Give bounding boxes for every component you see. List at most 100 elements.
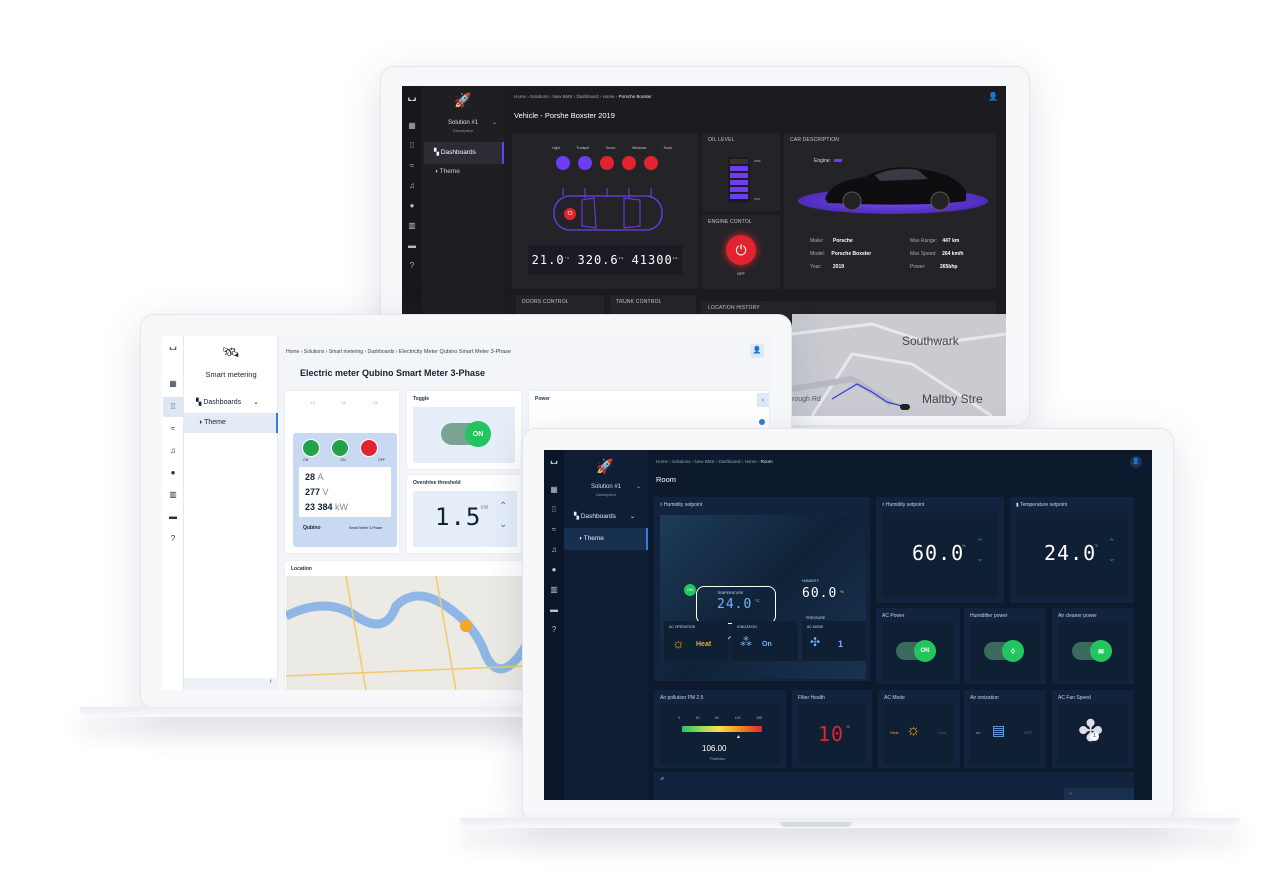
bell-icon[interactable]: ♫ — [168, 446, 178, 456]
crumb-current: Electricity Meter Qubino Smart Meter 3-P… — [398, 349, 512, 355]
logo-icon: ⌞⌟ — [407, 92, 417, 102]
light-button[interactable] — [556, 156, 570, 170]
l3-switch[interactable] — [360, 439, 378, 457]
doors-lock-icon[interactable] — [600, 156, 614, 170]
filter-card: Filter Health 10 % — [792, 690, 872, 768]
ac-mode-tile[interactable]: AC MODE ✣ 1 — [802, 621, 866, 661]
help-icon[interactable]: ? — [549, 625, 559, 635]
crumb-home-2[interactable]: Home — [745, 459, 757, 464]
crumb-dashboards[interactable]: Dashboards — [367, 349, 394, 355]
air-wave-icon[interactable]: ≋ — [1090, 640, 1112, 662]
crumb-dashboard[interactable]: Dashboard — [719, 459, 741, 464]
user-icon[interactable]: ● — [407, 201, 417, 211]
power-icon[interactable]: ⏻ — [564, 208, 576, 220]
london-map[interactable] — [286, 576, 526, 690]
help-icon[interactable]: ? — [407, 261, 417, 271]
grid-icon[interactable]: ⁞⁞ — [549, 505, 559, 515]
signal-icon[interactable]: ≈ — [407, 161, 417, 171]
collapse-icon[interactable]: ‹ — [184, 678, 278, 690]
signal-icon[interactable]: ≈ — [549, 525, 559, 535]
car-marker-icon[interactable] — [900, 404, 910, 410]
l1-switch[interactable] — [302, 439, 320, 457]
crumb-home[interactable]: Home — [514, 94, 526, 99]
folder-icon[interactable]: ▬ — [168, 512, 178, 522]
crumb-home-2[interactable]: Home — [603, 94, 615, 99]
dashboard-icon[interactable]: ▦ — [407, 121, 417, 131]
l2-switch[interactable] — [331, 439, 349, 457]
increase-icon[interactable]: ⌃ — [976, 537, 984, 548]
ac-power-knob[interactable]: ON — [914, 640, 936, 662]
decrease-icon[interactable]: ⌄ — [499, 519, 507, 530]
speed-readout: 320.6km — [578, 253, 625, 267]
ac-operation-tile[interactable]: AC OPERATION ☼ Heat — [664, 621, 728, 661]
toggle-panel: ON — [413, 407, 515, 463]
crumb-solutions[interactable]: Solutions — [530, 94, 549, 99]
nav-theme[interactable]: ◑ Theme — [184, 413, 278, 433]
light-label: Light — [552, 146, 560, 150]
air-ionization-off[interactable]: OFF — [1024, 730, 1032, 735]
crumb-home[interactable]: Home — [656, 459, 668, 464]
account-icon[interactable]: 👤 — [988, 92, 998, 101]
air-ionization-on[interactable]: on — [976, 730, 980, 735]
ionization-tile[interactable]: IONIZATION ⁂ On — [732, 621, 798, 661]
user-icon[interactable]: ● — [549, 565, 559, 575]
engine-power-button[interactable]: ⏻ — [726, 235, 756, 265]
building-icon[interactable]: ▥ — [168, 490, 178, 500]
dashboard-icon[interactable]: ▦ — [549, 485, 559, 495]
bell-icon[interactable]: ♫ — [407, 181, 417, 191]
chevron-down-icon[interactable]: ⌄ — [636, 483, 641, 490]
oil-level-card: OIL LEVEL max min — [702, 133, 780, 211]
folder-icon[interactable]: ▬ — [407, 241, 417, 251]
crumb-solutions[interactable]: Solutions — [672, 459, 691, 464]
dashboards-icon: ▚ — [196, 399, 202, 406]
account-icon[interactable]: 👤 — [1130, 456, 1142, 468]
grid-icon[interactable]: ⁞⁞ — [163, 397, 183, 417]
location-map[interactable]: Southwark Maltby Stre rough Rd — [792, 314, 1006, 416]
power-row: Power: 265bhp — [910, 261, 963, 274]
crumb-smart-metering[interactable]: Smart metering — [329, 349, 363, 355]
dashboard-icon[interactable]: ▦ — [168, 379, 178, 389]
filter-panel: 10 % — [798, 704, 866, 764]
year-row: Year: 2019 — [810, 261, 871, 274]
toggle-knob[interactable]: ON — [465, 421, 491, 447]
model-value: Porsche Boxster — [831, 251, 872, 257]
hero-humidity-label: HUMIDITY — [802, 579, 819, 583]
help-icon[interactable]: ? — [168, 534, 178, 544]
increase-icon[interactable]: ⌃ — [1108, 537, 1116, 548]
decrease-icon[interactable]: ⌄ — [1108, 553, 1116, 564]
breadcrumb: Home › Solutions › Smart metering › Dash… — [286, 349, 512, 355]
room-screen: ⌞⌟ ▦ ⁞⁞ ≈ ♫ ● ▥ ▬ ? 🚀 Solution #1 Descri… — [544, 450, 1152, 800]
chevron-down-icon[interactable]: ⌄ — [492, 119, 497, 126]
building-icon[interactable]: ▥ — [549, 585, 559, 595]
hero-title: ◊ Humidity setpoint — [660, 502, 702, 508]
status-labels: Light Trunkpit Doors Windows Trunk — [552, 146, 672, 150]
crumb-newbms[interactable]: New BMS — [553, 94, 573, 99]
crumb-solutions[interactable]: Solutions — [304, 349, 325, 355]
grid-icon[interactable]: ⁞⁞ — [407, 141, 417, 151]
nav-dashboards[interactable]: ▚ Dashboards — [424, 142, 504, 164]
windows-lock-icon[interactable] — [622, 156, 636, 170]
signal-icon[interactable]: ≈ — [168, 424, 178, 434]
humidifier-droplet-icon[interactable]: ◊ — [1002, 640, 1024, 662]
folder-icon[interactable]: ▬ — [549, 605, 559, 615]
building-icon[interactable]: ▥ — [407, 221, 417, 231]
ac-mode-cool[interactable]: Cool — [938, 730, 946, 735]
crumb-newbms[interactable]: New BMS — [695, 459, 715, 464]
chevron-left-icon[interactable]: ‹ — [757, 393, 769, 407]
trunkpit-button[interactable] — [578, 156, 592, 170]
nav-dashboards[interactable]: ▚ Dashboards ⌄ — [574, 512, 635, 520]
nav-theme[interactable]: ◑ Theme — [564, 528, 648, 550]
crumb-dashboard[interactable]: Dashboard — [577, 94, 599, 99]
user-icon[interactable]: ● — [168, 468, 178, 478]
ac-on-badge[interactable]: ON — [684, 584, 696, 596]
nav-theme[interactable]: ◑ Theme — [424, 168, 460, 175]
crumb-home[interactable]: Home — [286, 349, 299, 355]
ac-mode-heat[interactable]: Heat — [890, 730, 898, 735]
decrease-icon[interactable]: ⌄ — [976, 553, 984, 564]
expand-icon[interactable]: › — [1064, 788, 1134, 800]
bell-icon[interactable]: ♫ — [549, 545, 559, 555]
account-icon[interactable]: 👤 — [750, 344, 764, 358]
trunk-lock-icon[interactable] — [644, 156, 658, 170]
nav-dashboards[interactable]: ▚ Dashboards ⌄ — [196, 398, 259, 406]
increase-icon[interactable]: ⌃ — [499, 501, 507, 512]
